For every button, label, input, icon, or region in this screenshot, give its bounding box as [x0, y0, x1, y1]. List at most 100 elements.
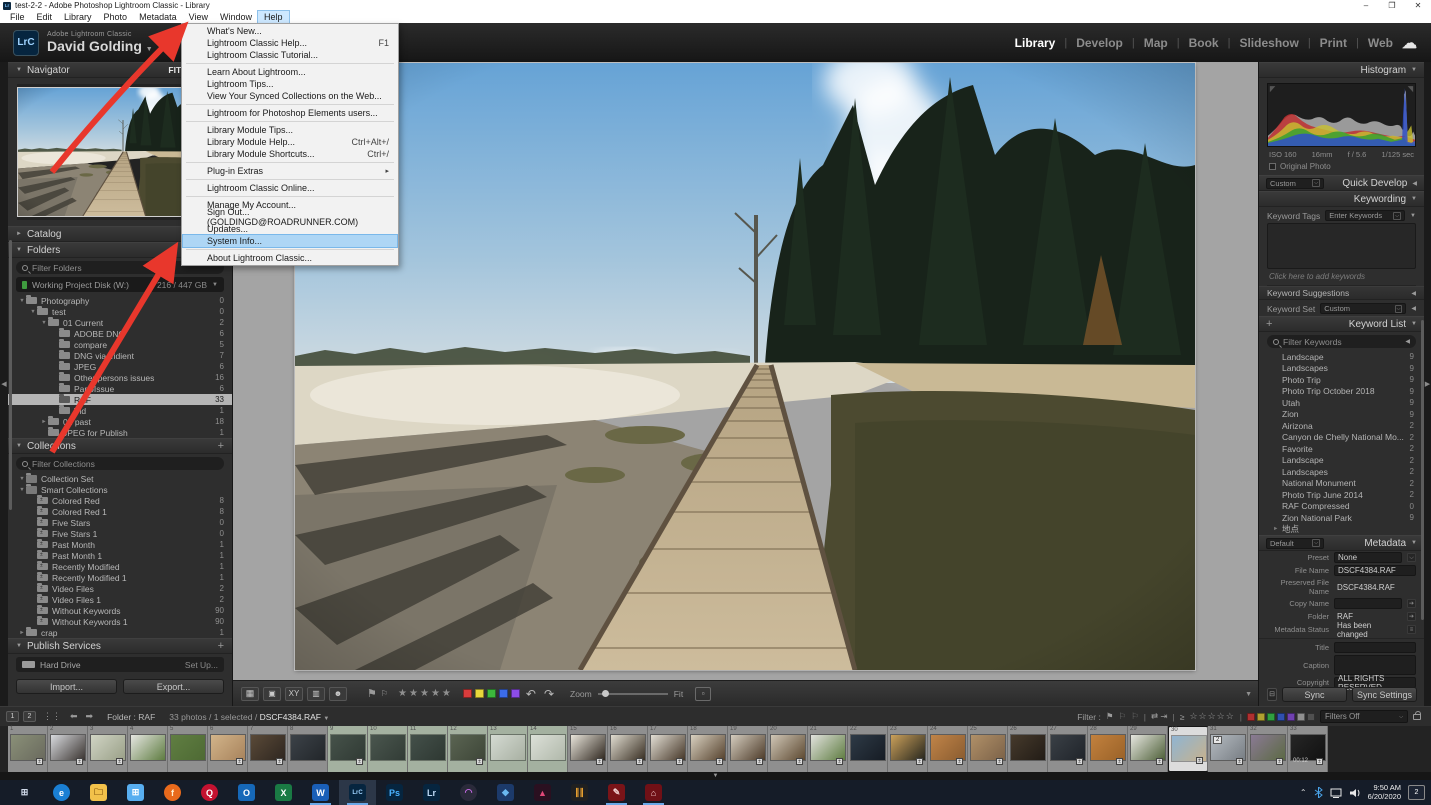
filmstrip-thumbnail-16[interactable]: 16±	[608, 726, 648, 772]
keyword-tags-mode-select[interactable]: Enter Keywords⌵	[1325, 210, 1405, 221]
filter-rating-stars[interactable]: ☆☆☆☆☆	[1189, 711, 1234, 722]
collection-row[interactable]: ▼Smart Collections	[8, 484, 232, 495]
module-develop[interactable]: Develop	[1076, 36, 1123, 50]
publish-services-header[interactable]: ▼ Publish Services +	[8, 638, 232, 654]
taskbar-lightroom-classic-icon[interactable]: LrC	[339, 780, 376, 805]
metadata-value[interactable]: Has been changed	[1334, 624, 1402, 635]
folder-row[interactable]: Other persons issues16	[8, 372, 232, 383]
people-view-icon[interactable]: ☻	[329, 687, 347, 701]
keyword-row[interactable]: Photo Trip9	[1259, 374, 1424, 386]
filmstrip-thumbnail-2[interactable]: 2±	[48, 726, 88, 772]
rating-stars[interactable]: ★★★★★	[398, 688, 453, 699]
keyword-set-select[interactable]: Custom⌵	[1320, 303, 1406, 314]
taskbar-stripes-app-icon[interactable]: ∥∥	[561, 780, 598, 805]
taskbar-red-app-2-icon[interactable]: ⌂	[635, 780, 672, 805]
filmstrip-thumbnail-23[interactable]: 23±	[888, 726, 928, 772]
volume-bar[interactable]: Working Project Disk (W:) 216 / 447 GB ▼	[16, 277, 224, 292]
bluetooth-icon[interactable]	[1314, 787, 1323, 798]
rotate-right-icon[interactable]: ↷	[544, 687, 554, 701]
histogram-chart[interactable]	[1267, 83, 1416, 147]
publish-setup-label[interactable]: Set Up...	[185, 660, 218, 670]
survey-view-icon[interactable]: ▥	[307, 687, 325, 701]
folder-row[interactable]: RAF33	[8, 394, 232, 405]
collection-row[interactable]: Without Keywords90	[8, 605, 232, 616]
disclosure-triangle-icon[interactable]: ▼	[18, 487, 26, 493]
help-menu-item-library-module-tips[interactable]: Library Module Tips...	[183, 124, 397, 136]
zoom-slider-thumb[interactable]	[602, 690, 609, 697]
help-menu-item-lightroom-tips[interactable]: Lightroom Tips...	[183, 78, 397, 90]
secondary-monitor-button[interactable]: 2	[23, 711, 36, 722]
keyword-row[interactable]: National Monument2	[1259, 478, 1424, 490]
taskbar-firefox-icon[interactable]: f	[154, 780, 191, 805]
filmstrip-thumbnail-21[interactable]: 21±	[808, 726, 848, 772]
keyword-entry-box[interactable]	[1267, 223, 1416, 269]
filter-flag-reject-icon[interactable]: ⚐	[1131, 711, 1139, 722]
folder-row[interactable]: PanoIssue6	[8, 383, 232, 394]
metadata-value[interactable]: None	[1334, 552, 1402, 563]
filmstrip-thumbnail-6[interactable]: 6±	[208, 726, 248, 772]
keywording-header[interactable]: Keywording ▼	[1259, 191, 1424, 207]
taskbar-file-explorer-icon[interactable]: 🗀	[80, 780, 117, 805]
tray-clock[interactable]: 9:50 AM 6/20/2020	[1368, 784, 1401, 801]
disclosure-triangle-icon[interactable]: ►	[40, 419, 48, 425]
forward-arrow-icon[interactable]: ➡	[86, 711, 94, 722]
quick-develop-preset-select[interactable]: Custom⌵	[1266, 178, 1324, 189]
color-label-chip-0[interactable]	[463, 689, 472, 698]
folder-row[interactable]: Vid1	[8, 405, 232, 416]
help-menu-item-about-lightroom-classic[interactable]: About Lightroom Classic...	[183, 252, 397, 264]
volume-icon[interactable]	[1349, 788, 1361, 798]
help-menu-item-lightroom-classic-help[interactable]: Lightroom Classic Help...F1	[183, 37, 397, 49]
filmstrip-thumbnail-28[interactable]: 28±	[1088, 726, 1128, 772]
menu-edit[interactable]: Edit	[31, 11, 59, 23]
keyword-entry-placeholder[interactable]: Click here to add keywords	[1267, 269, 1416, 286]
filmstrip-thumbnail-9[interactable]: 9±	[328, 726, 368, 772]
identity-plate[interactable]: Adobe Lightroom Classic David Golding ▼	[47, 31, 153, 54]
filmstrip-collapse-arrow[interactable]: ▼	[0, 772, 1431, 780]
disclosure-triangle-icon[interactable]: ▼	[40, 320, 48, 326]
filmstrip-thumbnail-1[interactable]: 1±	[8, 726, 48, 772]
collection-row[interactable]: Past Month 11	[8, 550, 232, 561]
menu-metadata[interactable]: Metadata	[133, 11, 183, 23]
metadata-action-icon[interactable]: ➔	[1407, 612, 1416, 621]
collection-row[interactable]: Past Month1	[8, 539, 232, 550]
help-menu-item-library-module-help[interactable]: Library Module Help...Ctrl+Alt+/	[183, 136, 397, 148]
keyword-row[interactable]: RAF Compressed0	[1259, 501, 1424, 513]
taskbar-red-app-1-icon[interactable]: ✎	[598, 780, 635, 805]
filmstrip-thumbnail-14[interactable]: 14	[528, 726, 568, 772]
grid-view-icon[interactable]: ▦	[241, 687, 259, 701]
metadata-value[interactable]	[1334, 598, 1402, 609]
folder-row[interactable]: JPEG for Publish1	[8, 427, 232, 438]
filmstrip-thumbnail-3[interactable]: 3±	[88, 726, 128, 772]
collection-row[interactable]: Without Keywords 190	[8, 616, 232, 627]
keyword-row[interactable]: Landscapes9	[1259, 363, 1424, 375]
module-web[interactable]: Web	[1368, 36, 1393, 50]
keyword-row[interactable]: Landscapes2	[1259, 466, 1424, 478]
filter-edit-icons[interactable]: ⇄ ⇥	[1151, 711, 1168, 722]
filmstrip-thumbnail-12[interactable]: 12±	[448, 726, 488, 772]
compare-view-icon[interactable]: XY	[285, 687, 303, 701]
filmstrip-thumbnail-25[interactable]: 25±	[968, 726, 1008, 772]
help-menu-item-system-info[interactable]: System Info...	[183, 235, 397, 247]
keyword-list-header[interactable]: + Keyword List ▼	[1259, 316, 1424, 332]
filter-flag-unflagged-icon[interactable]: ⚐	[1118, 711, 1126, 722]
collection-row[interactable]: Video Files 12	[8, 594, 232, 605]
quick-develop-header[interactable]: Custom⌵ Quick Develop ◀	[1259, 175, 1424, 191]
filmstrip-thumbnail-24[interactable]: 24±	[928, 726, 968, 772]
collection-row[interactable]: Five Stars0	[8, 517, 232, 528]
keyword-row[interactable]: ►地点	[1259, 524, 1424, 536]
folder-row[interactable]: JPEG6	[8, 361, 232, 372]
collection-row[interactable]: ►crap1	[8, 627, 232, 638]
export-button[interactable]: Export...	[123, 679, 224, 694]
taskbar-outlook-icon[interactable]: O	[228, 780, 265, 805]
collection-row[interactable]: Five Stars 10	[8, 528, 232, 539]
restore-button[interactable]: ❐	[1379, 0, 1405, 11]
keyword-row[interactable]: Airizona2	[1259, 420, 1424, 432]
menu-file[interactable]: File	[4, 11, 31, 23]
keyword-row[interactable]: Zion National Park9	[1259, 512, 1424, 524]
publish-service-hard-drive[interactable]: Hard Drive Set Up...	[16, 657, 224, 672]
flag-reject-icon[interactable]: ⚐	[381, 689, 388, 698]
add-publish-service-icon[interactable]: +	[218, 640, 224, 652]
filmstrip-thumbnail-17[interactable]: 17±	[648, 726, 688, 772]
filmstrip-thumbnail-32[interactable]: 32±	[1248, 726, 1288, 772]
filmstrip-thumbnail-18[interactable]: 18±	[688, 726, 728, 772]
